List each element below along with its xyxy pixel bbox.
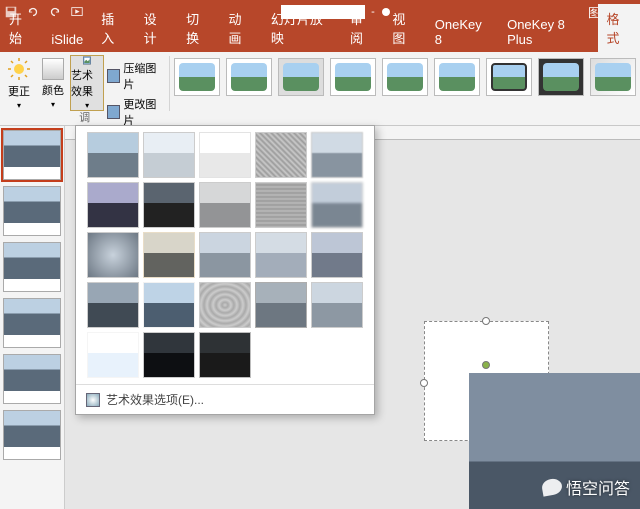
artistic-effects-button[interactable]: 艺术效果 xyxy=(70,55,104,111)
artistic-effects-grid xyxy=(76,126,374,384)
rotate-handle[interactable] xyxy=(482,361,490,369)
group-adjust-label: 调 xyxy=(0,109,169,125)
corrections-button[interactable]: 更正 xyxy=(2,55,36,111)
style-thumb[interactable] xyxy=(590,58,636,96)
tab-review[interactable]: 审阅 xyxy=(341,4,383,52)
compress-pictures-button[interactable]: 压缩图片 xyxy=(104,59,167,93)
artistic-effect-option[interactable] xyxy=(87,282,139,328)
artistic-effect-option[interactable] xyxy=(143,282,195,328)
style-thumb[interactable] xyxy=(330,58,376,96)
color-label: 颜色 xyxy=(42,82,64,98)
slide-thumbnail[interactable] xyxy=(3,130,61,180)
tab-islide[interactable]: iSlide xyxy=(42,27,92,52)
artistic-effect-option[interactable] xyxy=(143,132,195,178)
picture-frame-icon xyxy=(75,56,99,65)
slide-thumbnails-panel[interactable] xyxy=(0,126,65,509)
artistic-effect-option[interactable] xyxy=(143,232,195,278)
artistic-effect-option[interactable] xyxy=(255,232,307,278)
artistic-effect-option[interactable] xyxy=(255,132,307,178)
save-icon[interactable] xyxy=(4,5,18,19)
artistic-effect-option[interactable] xyxy=(143,332,195,378)
tab-animations[interactable]: 动画 xyxy=(219,4,261,52)
sun-icon xyxy=(7,57,31,81)
quick-access-toolbar xyxy=(4,5,84,19)
artistic-effect-option[interactable] xyxy=(199,282,251,328)
slide-thumbnail[interactable] xyxy=(3,298,61,348)
style-thumb[interactable] xyxy=(174,58,220,96)
artistic-effect-option[interactable] xyxy=(199,132,251,178)
ribbon-tab-bar: 开始 iSlide 插入 设计 切换 动画 幻灯片放映 审阅 视图 OneKey… xyxy=(0,24,640,52)
artistic-effect-option[interactable] xyxy=(143,182,195,228)
artistic-effect-option[interactable] xyxy=(255,182,307,228)
color-button[interactable]: 颜色 xyxy=(36,55,70,111)
artistic-effect-option[interactable] xyxy=(311,132,363,178)
tab-design[interactable]: 设计 xyxy=(135,4,177,52)
tab-format[interactable]: 格式 xyxy=(598,4,640,52)
style-thumb[interactable] xyxy=(278,58,324,96)
options-icon xyxy=(86,393,100,407)
tab-transitions[interactable]: 切换 xyxy=(177,4,219,52)
selection-handle[interactable] xyxy=(482,317,490,325)
artistic-effect-option[interactable] xyxy=(255,282,307,328)
undo-icon[interactable] xyxy=(26,5,40,19)
artistic-effect-option[interactable] xyxy=(311,232,363,278)
artistic-effects-dropdown: 艺术效果选项(E)... xyxy=(75,125,375,415)
artistic-effect-option[interactable] xyxy=(199,332,251,378)
slide-thumbnail[interactable] xyxy=(3,186,61,236)
redo-icon[interactable] xyxy=(48,5,62,19)
tab-slideshow[interactable]: 幻灯片放映 xyxy=(262,4,341,52)
slide-thumbnail[interactable] xyxy=(3,354,61,404)
artistic-effects-options-button[interactable]: 艺术效果选项(E)... xyxy=(76,384,374,414)
style-thumb[interactable] xyxy=(382,58,428,96)
artistic-effect-option[interactable] xyxy=(311,182,363,228)
artistic-effect-option[interactable] xyxy=(87,332,139,378)
style-thumb[interactable] xyxy=(538,58,584,96)
style-thumb[interactable] xyxy=(434,58,480,96)
watermark-logo-icon xyxy=(541,477,563,496)
options-label: 艺术效果选项(E)... xyxy=(106,391,204,408)
artistic-effect-option[interactable] xyxy=(87,232,139,278)
watermark: 悟空问答 xyxy=(542,475,630,499)
artistic-effect-option[interactable] xyxy=(311,282,363,328)
style-thumb[interactable] xyxy=(486,58,532,96)
corrections-label: 更正 xyxy=(8,83,30,99)
ribbon: 更正 颜色 艺术效果 压缩图片 更改图片 重设图片 调 xyxy=(0,52,640,126)
ribbon-group-adjust: 更正 颜色 艺术效果 压缩图片 更改图片 重设图片 调 xyxy=(0,52,169,125)
slideshow-icon[interactable] xyxy=(70,5,84,19)
tab-onekey8plus[interactable]: OneKey 8 Plus xyxy=(498,12,597,52)
palette-icon xyxy=(42,58,64,80)
slide-thumbnail[interactable] xyxy=(3,410,61,460)
style-thumb[interactable] xyxy=(226,58,272,96)
compress-icon xyxy=(107,69,120,83)
picture-styles-gallery[interactable] xyxy=(170,52,640,125)
artistic-effect-option[interactable] xyxy=(87,182,139,228)
artistic-effect-option[interactable] xyxy=(87,132,139,178)
artistic-effect-option[interactable] xyxy=(199,232,251,278)
compress-label: 压缩图片 xyxy=(123,60,164,92)
selection-handle[interactable] xyxy=(420,379,428,387)
watermark-text: 悟空问答 xyxy=(566,475,630,499)
artistic-effect-option[interactable] xyxy=(199,182,251,228)
tab-insert[interactable]: 插入 xyxy=(92,4,134,52)
tab-onekey8[interactable]: OneKey 8 xyxy=(426,12,498,52)
slide-thumbnail[interactable] xyxy=(3,242,61,292)
tab-view[interactable]: 视图 xyxy=(383,4,425,52)
artistic-label: 艺术效果 xyxy=(71,67,103,99)
